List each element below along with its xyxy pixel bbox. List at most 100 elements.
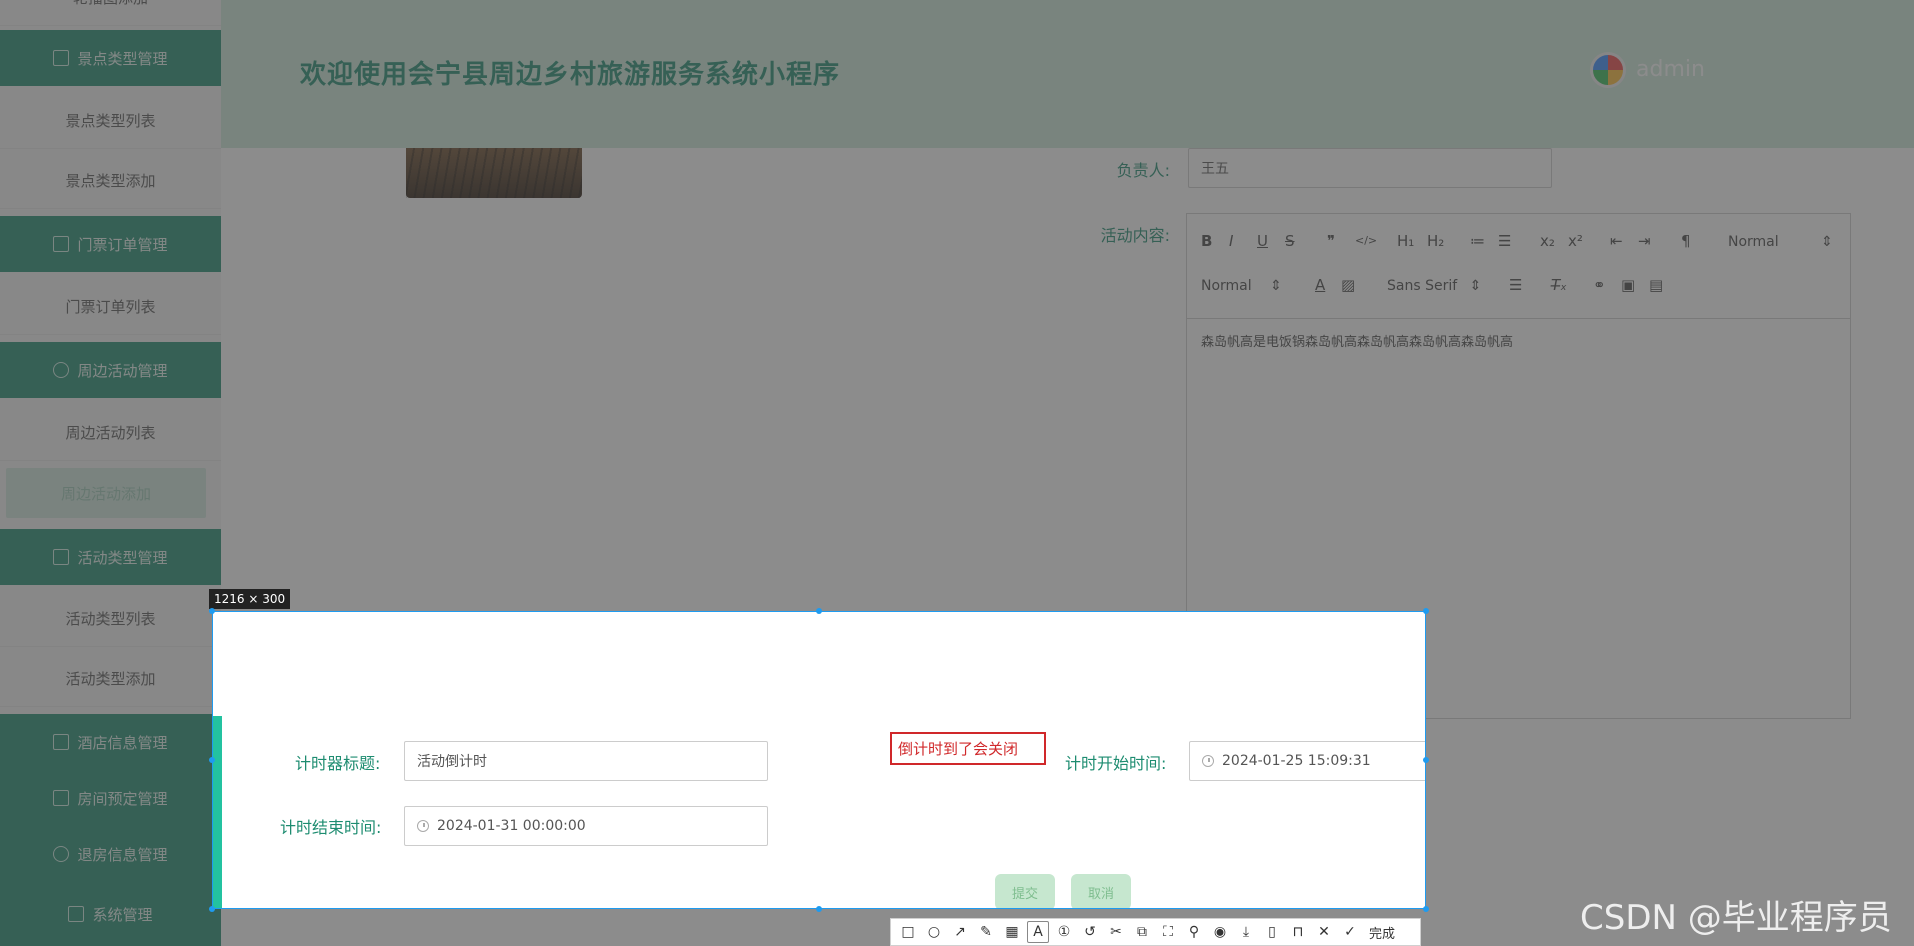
edit-icon (53, 790, 70, 806)
resize-handle[interactable] (1423, 757, 1429, 763)
clock-icon (1202, 755, 1214, 767)
scan-icon[interactable]: ⛶ (1157, 921, 1179, 943)
image-icon (53, 549, 70, 565)
phone-icon[interactable]: ▯ (1261, 921, 1283, 943)
link-icon[interactable]: ⚭ (1593, 276, 1606, 294)
superscript-button[interactable]: x² (1568, 232, 1583, 250)
download-icon[interactable]: ⤓ (1235, 921, 1257, 943)
submit-button[interactable]: 提交 (995, 874, 1055, 908)
timer-title-label: 计时器标题: (295, 754, 381, 773)
image-icon (53, 50, 70, 66)
size-select[interactable]: Normal ⇕ (1201, 278, 1282, 294)
cloud-icon (53, 846, 70, 862)
resize-handle[interactable] (209, 608, 215, 614)
ellipse-icon[interactable]: ○ (923, 921, 945, 943)
cancel-button[interactable]: 取消 (1071, 874, 1131, 908)
sidebar-item-carousel-add[interactable]: 轮播图添加 (0, 0, 221, 26)
underline-button[interactable]: U (1257, 232, 1268, 250)
subscript-button[interactable]: x₂ (1540, 232, 1555, 250)
user-icon (53, 734, 70, 750)
arrow-icon[interactable]: ↗ (949, 921, 971, 943)
bookmark-icon[interactable]: ⊓ (1287, 921, 1309, 943)
ordered-list-icon[interactable]: ≔ (1470, 232, 1485, 250)
editor-toolbar: B I U S ❞ </> H₁ H₂ ≔ ☰ x₂ x² ⇤ ⇥ ¶ Norm… (1187, 214, 1850, 319)
bullet-list-icon[interactable]: ☰ (1498, 232, 1511, 250)
mosaic-icon[interactable]: ▦ (1001, 921, 1023, 943)
h2-button[interactable]: H₂ (1427, 232, 1444, 250)
check-icon[interactable]: ✓ (1339, 921, 1361, 943)
sidebar-group-nearby-activity[interactable]: 周边活动管理 (0, 342, 221, 398)
video-icon[interactable]: ▤ (1649, 276, 1663, 294)
timer-end-label: 计时结束时间: (280, 818, 382, 837)
activity-image-thumbnail (406, 148, 582, 198)
text-tool-icon[interactable]: A (1027, 921, 1049, 943)
sidebar-group-hotel-info[interactable]: 酒店信息管理 (0, 714, 221, 770)
undo-icon[interactable]: ↺ (1079, 921, 1101, 943)
content-label: 活动内容: (1100, 226, 1170, 245)
background-color-icon[interactable]: ▨ (1341, 276, 1355, 294)
edit-icon (53, 236, 70, 252)
pin-icon[interactable]: ⚲ (1183, 921, 1205, 943)
avatar[interactable] (1590, 52, 1626, 88)
sidebar-item-scenic-type-add[interactable]: 景点类型添加 (0, 153, 221, 209)
sidebar-group-system[interactable]: 系统管理 (0, 882, 221, 946)
resize-handle[interactable] (209, 906, 215, 912)
rectangle-icon[interactable]: □ (897, 921, 919, 943)
owner-input[interactable]: 王五 (1188, 148, 1552, 188)
header-select[interactable]: Normal ⇕ (1728, 234, 1833, 250)
sidebar-item-ticket-order-list[interactable]: 门票订单列表 (0, 279, 221, 335)
timer-start-input[interactable]: 2024-01-25 15:09:31 (1189, 741, 1425, 781)
select-arrow-icon: ⇕ (1270, 278, 1282, 294)
sidebar-group-checkout-info[interactable]: 退房信息管理 (0, 826, 221, 882)
timer-end-input[interactable]: 2024-01-31 00:00:00 (404, 806, 768, 846)
h1-button[interactable]: H₁ (1397, 232, 1414, 250)
image-icon[interactable]: ▣ (1621, 276, 1635, 294)
sidebar-item-activity-type-list[interactable]: 活动类型列表 (0, 591, 221, 647)
username[interactable]: admin (1636, 57, 1705, 82)
sidebar-group-scenic-type[interactable]: 景点类型管理 (0, 30, 221, 86)
font-select[interactable]: Sans Serif ⇕ (1387, 278, 1481, 294)
resize-handle[interactable] (816, 608, 822, 614)
sidebar-group-ticket-order[interactable]: 门票订单管理 (0, 216, 221, 272)
strike-button[interactable]: S (1285, 232, 1295, 250)
resize-handle[interactable] (1423, 608, 1429, 614)
clear-format-icon[interactable]: T̶ₓ (1551, 276, 1567, 294)
capture-size-badge: 1216 × 300 (209, 589, 291, 609)
pen-icon[interactable]: ✎ (975, 921, 997, 943)
record-icon[interactable]: ◉ (1209, 921, 1231, 943)
sidebar-item-nearby-activity-add[interactable]: 周边活动添加 (6, 468, 206, 518)
indent-icon[interactable]: ⇥ (1638, 232, 1651, 250)
editor-content[interactable]: 森岛帆高是电饭锅森岛帆高森岛帆高森岛帆高森岛帆高 (1187, 319, 1850, 362)
sidebar-item-scenic-type-list[interactable]: 景点类型列表 (0, 93, 221, 149)
text-annotation[interactable]: 倒计时到了会关闭 (890, 732, 1046, 765)
sidebar-edge-strip (213, 716, 222, 908)
text-direction-icon[interactable]: ¶ (1681, 232, 1691, 250)
done-button[interactable]: 完成 (1369, 923, 1395, 942)
resize-handle[interactable] (1423, 906, 1429, 912)
italic-button[interactable]: I (1229, 232, 1233, 250)
number-marker-icon[interactable]: ① (1053, 921, 1075, 943)
translate-icon[interactable]: ⧉ (1131, 921, 1153, 943)
align-icon[interactable]: ☰ (1509, 276, 1522, 294)
timer-start-label: 计时开始时间: (1065, 754, 1167, 773)
sidebar-item-activity-type-add[interactable]: 活动类型添加 (0, 651, 221, 707)
sidebar: 轮播图添加 景点类型管理 景点类型列表 景点类型添加 门票订单管理 门票订单列表… (0, 0, 221, 946)
font-color-icon[interactable]: A (1315, 276, 1325, 294)
sidebar-item-nearby-activity-list[interactable]: 周边活动列表 (0, 405, 221, 461)
sidebar-group-room-booking[interactable]: 房间预定管理 (0, 770, 221, 826)
outdent-icon[interactable]: ⇤ (1610, 232, 1623, 250)
cut-icon[interactable]: ✂ (1105, 921, 1127, 943)
resize-handle[interactable] (209, 757, 215, 763)
select-arrow-icon: ⇕ (1469, 278, 1482, 294)
code-icon[interactable]: </> (1355, 234, 1377, 247)
bold-button[interactable]: B (1201, 232, 1212, 250)
page-title: 欢迎使用会宁县周边乡村旅游服务系统小程序 (300, 60, 841, 90)
sidebar-group-activity-type[interactable]: 活动类型管理 (0, 529, 221, 585)
capture-selection[interactable]: 计时器标题: 活动倒计时 计时结束时间: 2024-01-31 00:00:00… (212, 611, 1426, 909)
select-arrow-icon: ⇕ (1821, 234, 1833, 250)
top-header: 欢迎使用会宁县周边乡村旅游服务系统小程序 admin (221, 0, 1914, 148)
quote-icon[interactable]: ❞ (1327, 232, 1335, 250)
close-icon[interactable]: ✕ (1313, 921, 1335, 943)
timer-title-input[interactable]: 活动倒计时 (404, 741, 768, 781)
resize-handle[interactable] (816, 906, 822, 912)
